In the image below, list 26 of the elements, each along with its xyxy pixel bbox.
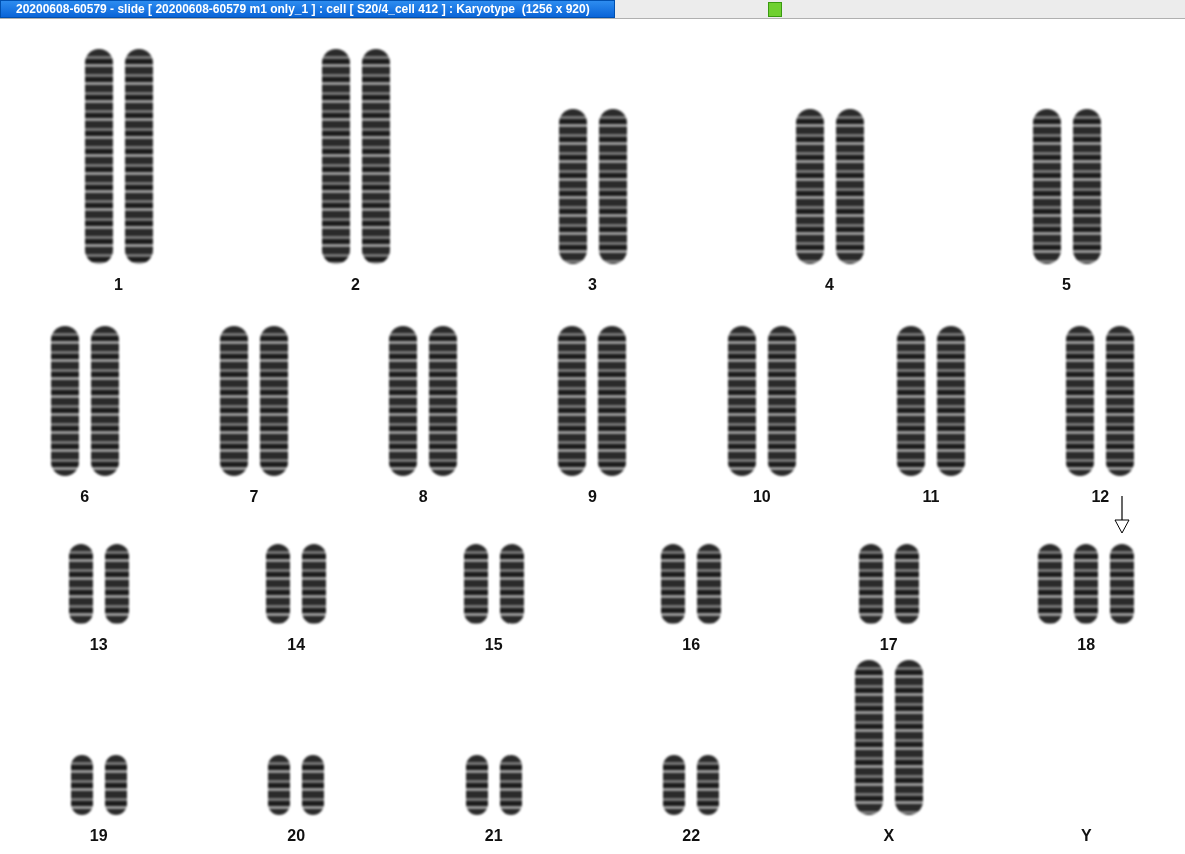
chromosome-number: 14 [287, 636, 306, 654]
status-indicator-icon [768, 1, 782, 17]
chromosome-number: 4 [825, 276, 834, 294]
chromosome-number: 19 [89, 827, 108, 845]
chromosome-number: 7 [249, 488, 259, 506]
chromosome-number: 1 [114, 276, 123, 294]
chromosome-number: 13 [89, 636, 108, 654]
chromosome-number: 10 [752, 488, 771, 506]
chromosome-number: X [883, 827, 895, 845]
chromosome-number: 18 [1077, 636, 1096, 654]
chromosome-number: 8 [418, 488, 428, 506]
chromosome-number: 3 [588, 276, 597, 294]
chromosome-number: 17 [879, 636, 898, 654]
chromosome-number: 12 [1091, 488, 1110, 506]
chromosome-number: 22 [682, 827, 701, 845]
chromosome-number: 21 [484, 827, 503, 845]
chromosome-number: 2 [351, 276, 360, 294]
chromosome-number: 20 [287, 827, 306, 845]
chromosome-number: 6 [80, 488, 90, 506]
chromosome-number: 5 [1062, 276, 1071, 294]
chromosome-number: 9 [588, 488, 597, 506]
chromosome-number: Y [1080, 827, 1092, 845]
chromosome-number: 16 [682, 636, 701, 654]
chromosome-number: 11 [922, 488, 940, 506]
window-title: 20200608-60579 - slide [ 20200608-60579 m1 only_1 ] : cell [ S20/4_cell 412 ] : Karyotype (1256 x 920) [0, 0, 615, 18]
chromosome-number: 15 [484, 636, 503, 654]
